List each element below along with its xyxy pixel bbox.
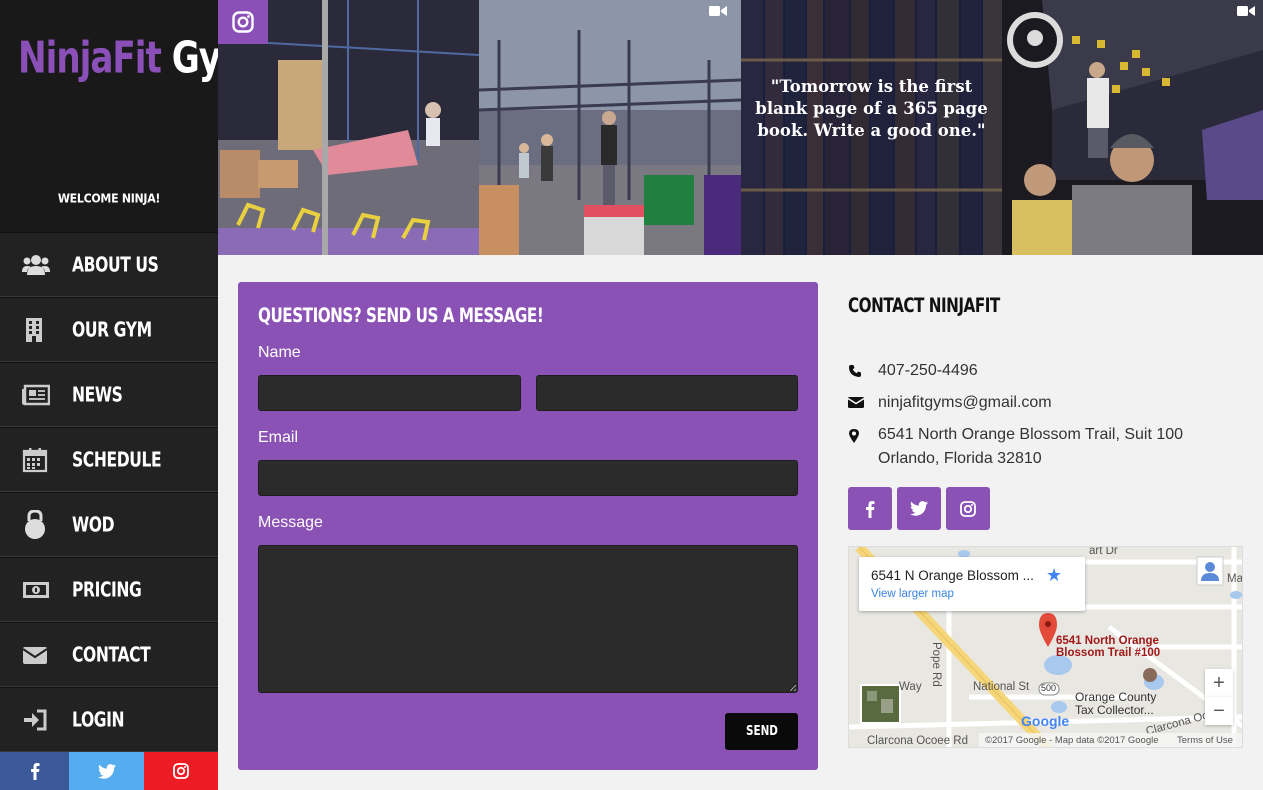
email-input[interactable]	[258, 460, 798, 496]
address-block: 6541 North Orange Blossom Trail, Suit 10…	[878, 423, 1183, 471]
quote-text: "Tomorrow is the first blank page of a 3…	[755, 77, 988, 140]
last-name-input[interactable]	[536, 375, 798, 411]
map-marker-icon	[848, 423, 878, 471]
calendar-icon	[0, 447, 72, 473]
map-card-title: 6541 N Orange Blossom ...	[871, 568, 1034, 583]
facebook-icon	[30, 763, 39, 780]
nav-label: ABOUT US	[72, 252, 159, 277]
sidebar-facebook-link[interactable]	[0, 752, 69, 790]
email-address[interactable]: ninjafitgyms@gmail.com	[878, 391, 1052, 415]
building-icon	[0, 317, 72, 343]
message-textarea[interactable]	[258, 545, 798, 693]
users-icon	[0, 253, 72, 277]
contact-title: CONTACT NINJAFIT	[848, 294, 1000, 318]
welcome-text: WELCOME NINJA!	[57, 191, 161, 206]
photo-strip: "Tomorrow is the first blank page of a 3…	[218, 0, 1263, 255]
email-label: Email	[258, 429, 299, 446]
video-icon	[1237, 6, 1255, 16]
contact-facebook-button[interactable]	[848, 487, 892, 530]
nav-item-about-us[interactable]: ABOUT US	[0, 232, 218, 297]
address-row: 6541 North Orange Blossom Trail, Suit 10…	[848, 423, 1183, 471]
message-label: Message	[258, 514, 323, 531]
gym-photo-4[interactable]	[1002, 0, 1263, 255]
map-poi-label: Orange County Tax Collector...	[1075, 690, 1157, 717]
newspaper-icon	[0, 384, 72, 406]
sign-in-icon	[0, 709, 72, 731]
nav-item-pricing[interactable]: PRICING	[0, 557, 218, 622]
twitter-icon	[97, 763, 116, 779]
map-street-way: Way	[899, 681, 922, 693]
contact-instagram-button[interactable]	[946, 487, 990, 530]
map-street-pope: Pope Rd	[930, 642, 942, 687]
sidebar: NinjaFit Gym WELCOME NINJA! ABOUT US OUR…	[0, 0, 256, 790]
phone-number[interactable]: 407-250-4496	[878, 359, 978, 383]
map-street-dr: art Dr	[1089, 546, 1118, 557]
map-pin-label: 6541 North Orange Blossom Trail #100	[1056, 635, 1161, 659]
nav-label: WOD	[72, 512, 115, 537]
phone-row: 407-250-4496	[848, 359, 978, 383]
nav-label: CONTACT	[72, 642, 151, 667]
nav-item-login[interactable]: LOGIN	[0, 687, 218, 752]
kettlebell-icon	[0, 509, 72, 540]
nav-label: NEWS	[72, 382, 123, 407]
facebook-icon	[866, 500, 875, 518]
instagram-icon	[232, 11, 254, 33]
money-icon	[0, 580, 72, 600]
google-map[interactable]: 6541 N Orange Blossom ... View larger ma…	[848, 546, 1243, 748]
map-terms-link[interactable]: Terms of Use	[1177, 735, 1233, 746]
name-label: Name	[258, 344, 301, 361]
video-icon	[709, 6, 727, 16]
twitter-icon	[910, 501, 928, 516]
first-name-input[interactable]	[258, 375, 521, 411]
instagram-icon	[960, 500, 976, 517]
star-icon[interactable]: ★	[1046, 565, 1062, 586]
sidebar-social-bar	[0, 752, 218, 790]
nav-item-contact[interactable]: CONTACT	[0, 622, 218, 687]
nav-item-wod[interactable]: WOD	[0, 492, 218, 557]
nav-label: SCHEDULE	[72, 447, 162, 472]
send-button[interactable]: SEND	[725, 713, 798, 750]
google-logo: Google	[1021, 713, 1070, 729]
envelope-icon	[848, 391, 878, 415]
form-title: QUESTIONS? SEND US A MESSAGE!	[258, 304, 544, 328]
map-zoom-out-button[interactable]: −	[1205, 697, 1233, 725]
contact-twitter-button[interactable]	[897, 487, 941, 530]
nav-label: OUR GYM	[72, 317, 152, 342]
view-larger-map-link[interactable]: View larger map	[871, 588, 954, 600]
brand-area: NinjaFit Gym WELCOME NINJA!	[0, 0, 256, 232]
contact-form-panel: QUESTIONS? SEND US A MESSAGE! Name Email…	[238, 282, 818, 770]
nav-item-schedule[interactable]: SCHEDULE	[0, 427, 218, 492]
instagram-icon	[173, 763, 189, 779]
sidebar-instagram-link[interactable]	[144, 752, 218, 790]
envelope-icon	[0, 645, 72, 665]
instagram-feed-badge[interactable]	[218, 0, 268, 44]
map-town-label: Magnoli	[1227, 573, 1243, 585]
nav-item-news[interactable]: NEWS	[0, 362, 218, 427]
nav-label: PRICING	[72, 577, 142, 602]
map-street-national: National St	[973, 681, 1030, 693]
address-line-2: Orlando, Florida 32810	[878, 450, 1042, 467]
sidebar-twitter-link[interactable]	[69, 752, 144, 790]
email-row: ninjafitgyms@gmail.com	[848, 391, 1052, 415]
map-info-card: 6541 N Orange Blossom ... View larger ma…	[859, 557, 1085, 611]
gym-photo-2[interactable]	[479, 0, 741, 255]
map-attribution: ©2017 Google - Map data ©2017 Google	[985, 735, 1159, 746]
map-street-clarcona: Clarcona Ocoee Rd	[867, 735, 968, 747]
nav-label: LOGIN	[72, 707, 125, 732]
map-route-shield: 500	[1041, 683, 1057, 693]
address-line-1: 6541 North Orange Blossom Trail, Suit 10…	[878, 426, 1184, 443]
map-zoom-in-button[interactable]: +	[1205, 669, 1233, 697]
quote-image[interactable]: "Tomorrow is the first blank page of a 3…	[741, 0, 1002, 255]
nav-item-our-gym[interactable]: OUR GYM	[0, 297, 218, 362]
phone-icon	[848, 359, 878, 383]
